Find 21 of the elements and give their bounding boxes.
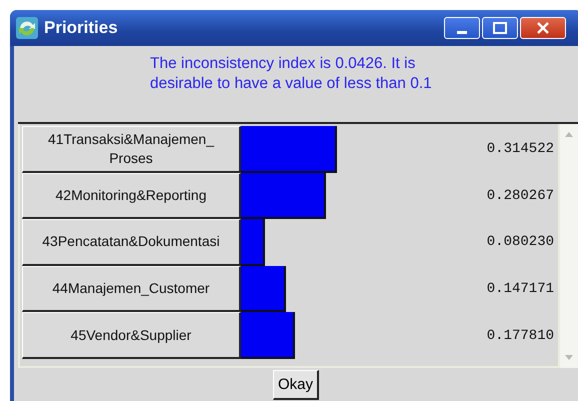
priority-bar <box>241 312 296 359</box>
criterion-label: 43Pencatatan&Dokumentasi <box>22 219 241 266</box>
priority-value: 0.314522 <box>486 141 554 158</box>
app-icon <box>16 17 38 39</box>
priority-value: 0.080230 <box>486 234 554 250</box>
priority-value: 0.177810 <box>486 328 554 344</box>
window-title: Priorities <box>44 18 118 38</box>
close-icon <box>536 22 550 34</box>
okay-button[interactable]: Okay <box>272 370 319 400</box>
priority-value: 0.280267 <box>486 188 554 204</box>
criterion-label: 42Monitoring&Reporting <box>22 172 241 220</box>
close-button[interactable] <box>520 17 566 39</box>
criterion-label: 45Vendor&Supplier <box>22 312 241 359</box>
consistency-message: The inconsistency index is 0.0426. It is desirable to have a value of less than 0.1 <box>150 54 433 94</box>
maximize-button[interactable] <box>482 17 518 39</box>
minimize-button[interactable] <box>444 17 480 39</box>
criterion-label: 44Manajemen_Customer <box>22 266 241 312</box>
minimize-icon <box>457 30 467 34</box>
criterion-label: 41Transaksi&Manajemen_ Proses <box>22 126 241 173</box>
maximize-icon <box>493 22 507 34</box>
priority-value: 0.147171 <box>486 281 554 298</box>
